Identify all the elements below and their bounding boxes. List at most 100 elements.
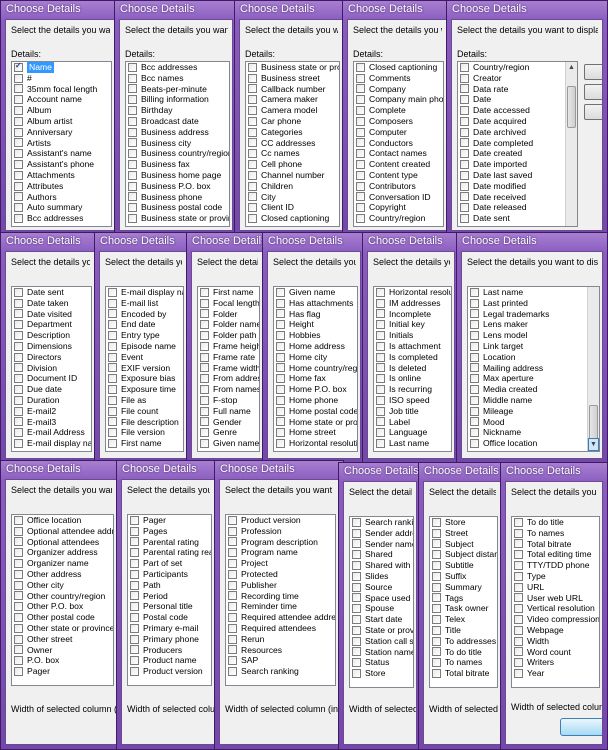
checkbox[interactable]: [128, 192, 137, 202]
checkbox[interactable]: [128, 149, 137, 159]
list-item[interactable]: Complete: [354, 105, 443, 116]
list-item[interactable]: Vertical resolution: [512, 603, 599, 614]
checkbox[interactable]: [130, 623, 139, 633]
list-item[interactable]: Pager: [128, 515, 211, 526]
checkbox[interactable]: [352, 517, 361, 527]
checkbox[interactable]: [228, 667, 237, 677]
list-item[interactable]: Frame width: [198, 363, 259, 374]
checkbox[interactable]: [108, 331, 117, 341]
checkbox[interactable]: [432, 669, 441, 679]
list-item[interactable]: Parental rating: [128, 537, 211, 548]
checkbox[interactable]: [108, 395, 117, 405]
checkbox[interactable]: [356, 138, 365, 148]
checkbox[interactable]: [14, 374, 23, 384]
checkbox[interactable]: [14, 331, 23, 341]
checkbox[interactable]: [376, 320, 385, 330]
checkbox[interactable]: [228, 569, 237, 579]
list-item[interactable]: Search ranking: [226, 666, 335, 677]
list-item[interactable]: To names: [512, 528, 599, 539]
checkbox[interactable]: [128, 62, 137, 72]
checkbox[interactable]: [248, 73, 257, 83]
list-item[interactable]: E-mail3: [12, 417, 91, 428]
list-item[interactable]: Other P.O. box: [12, 601, 113, 612]
list-item[interactable]: Business country/region: [126, 148, 229, 159]
checkbox[interactable]: [514, 625, 523, 635]
checkbox[interactable]: [108, 320, 117, 330]
checkbox[interactable]: [14, 515, 23, 525]
checkbox[interactable]: [14, 287, 23, 297]
checkbox[interactable]: [14, 526, 23, 536]
list-item[interactable]: Artists: [12, 138, 111, 149]
checkbox[interactable]: [14, 634, 23, 644]
checkbox[interactable]: [470, 374, 479, 384]
list-item[interactable]: Initials: [374, 330, 451, 341]
list-item[interactable]: E-mail Address: [12, 427, 91, 438]
checkbox[interactable]: [352, 625, 361, 635]
list-item[interactable]: Date created: [458, 148, 577, 159]
list-item[interactable]: Division: [12, 363, 91, 374]
checkbox[interactable]: [514, 517, 523, 527]
list-item[interactable]: Comments: [354, 73, 443, 84]
checkbox[interactable]: [130, 526, 139, 536]
list-item[interactable]: Nickname: [468, 427, 599, 438]
checkbox[interactable]: [276, 395, 285, 405]
list-item[interactable]: E-mail display name: [12, 438, 91, 449]
checkbox[interactable]: [128, 95, 137, 105]
list-item[interactable]: Spouse: [350, 603, 413, 614]
scroll-down-icon[interactable]: ▼: [588, 438, 599, 451]
checkbox[interactable]: [376, 341, 385, 351]
checkbox[interactable]: [432, 604, 441, 614]
list-item[interactable]: Focal length: [198, 298, 259, 309]
list-item[interactable]: Given name: [198, 438, 259, 449]
list-item[interactable]: Participants: [128, 569, 211, 580]
checkbox[interactable]: [200, 287, 209, 297]
list-item[interactable]: Pages: [128, 526, 211, 537]
list-item[interactable]: Assistant's phone: [12, 159, 111, 170]
checkbox[interactable]: [248, 95, 257, 105]
list-item[interactable]: Lens model: [468, 330, 599, 341]
list-item[interactable]: Is online: [374, 373, 451, 384]
list-item[interactable]: Middle name: [468, 395, 599, 406]
checkbox[interactable]: [376, 331, 385, 341]
checkbox[interactable]: [228, 548, 237, 558]
list-item[interactable]: Incomplete: [374, 309, 451, 320]
list-item[interactable]: Business city: [126, 138, 229, 149]
checkbox[interactable]: [470, 406, 479, 416]
list-item[interactable]: Given name: [274, 287, 357, 298]
list-item[interactable]: City: [246, 192, 339, 203]
checkbox[interactable]: [514, 539, 523, 549]
checkbox[interactable]: [460, 127, 469, 137]
list-item[interactable]: Folder name: [198, 319, 259, 330]
scroll-up-icon[interactable]: ▲: [566, 62, 577, 73]
list-item[interactable]: Business phone: [126, 192, 229, 203]
checkbox[interactable]: [108, 385, 117, 395]
checkbox[interactable]: [356, 181, 365, 191]
list-item[interactable]: Recording time: [226, 591, 335, 602]
checkbox[interactable]: [228, 634, 237, 644]
list-item[interactable]: Home street: [274, 427, 357, 438]
checkbox[interactable]: [514, 582, 523, 592]
checkbox[interactable]: [432, 658, 441, 668]
checkbox[interactable]: [14, 73, 23, 83]
list-item[interactable]: Due date: [12, 384, 91, 395]
list-item[interactable]: Content created: [354, 159, 443, 170]
list-item[interactable]: Home city: [274, 352, 357, 363]
checkbox[interactable]: [376, 439, 385, 449]
list-item[interactable]: Authors: [12, 192, 111, 203]
checkbox[interactable]: [376, 428, 385, 438]
list-item[interactable]: File version: [106, 427, 183, 438]
list-item[interactable]: Mileage: [468, 406, 599, 417]
checkbox[interactable]: [128, 116, 137, 126]
checkbox[interactable]: [276, 287, 285, 297]
list-item[interactable]: Primary phone: [128, 634, 211, 645]
list-item[interactable]: Horizontal resolution: [374, 287, 451, 298]
list-item[interactable]: Producers: [128, 645, 211, 656]
list-item[interactable]: Other postal code: [12, 612, 113, 623]
checkbox[interactable]: [200, 309, 209, 319]
list-item[interactable]: Date sent: [458, 213, 577, 224]
checkbox[interactable]: [228, 613, 237, 623]
checkbox[interactable]: [432, 615, 441, 625]
list-item[interactable]: Frame rate: [198, 352, 259, 363]
list-item[interactable]: Space used: [350, 593, 413, 604]
checkbox[interactable]: [356, 73, 365, 83]
